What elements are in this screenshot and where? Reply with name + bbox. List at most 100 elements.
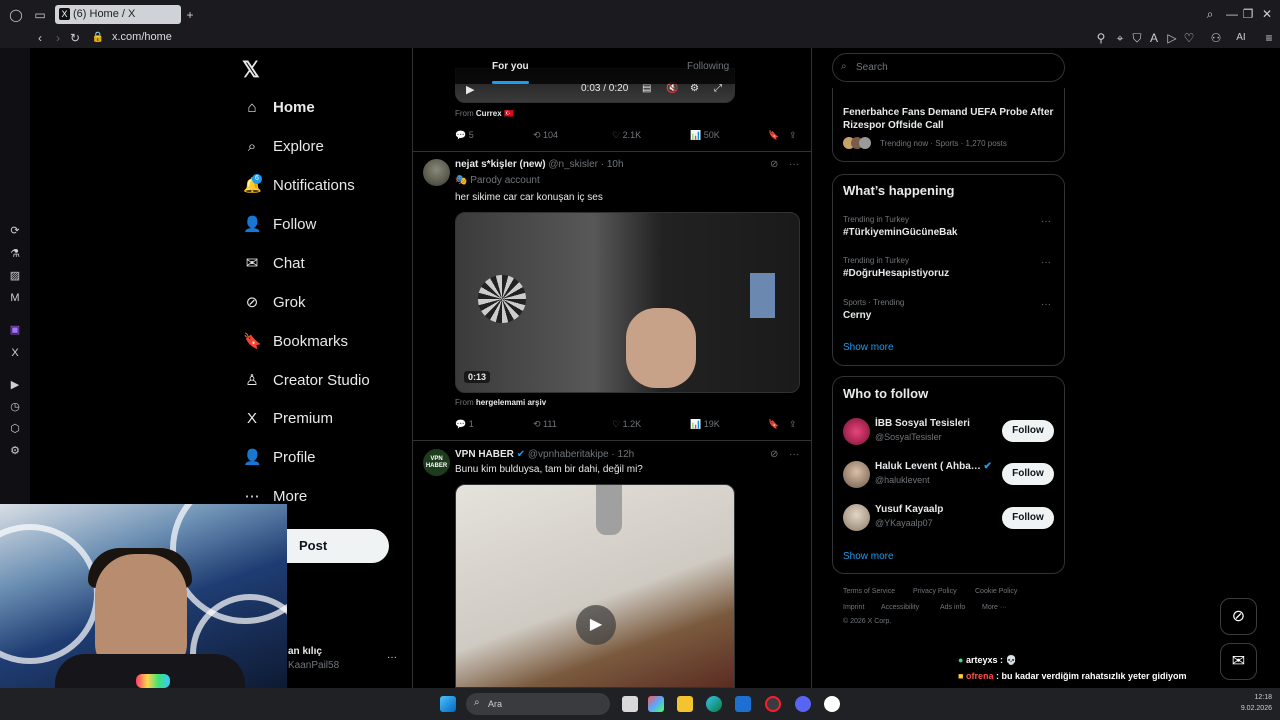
more-icon[interactable]: ··· xyxy=(789,449,799,460)
pin-icon[interactable]: ⚲ xyxy=(1094,31,1108,45)
tab-for-you[interactable]: For you xyxy=(492,61,529,72)
follow-button[interactable]: Follow xyxy=(1002,463,1054,485)
menu-icon[interactable]: ≡ xyxy=(1262,31,1276,45)
trend-title[interactable]: Cerny xyxy=(843,310,871,321)
grok-icon[interactable]: ⊘ xyxy=(770,159,778,170)
show-more-link[interactable]: Show more xyxy=(843,342,894,353)
account-name[interactable]: an kılıç xyxy=(288,646,322,657)
windows-start-icon[interactable] xyxy=(440,696,456,712)
play-icon[interactable]: ▶ xyxy=(576,605,616,645)
trend-title[interactable]: #TürkiyeminGücüneBak xyxy=(843,227,957,238)
store-icon[interactable] xyxy=(735,696,751,712)
news-title[interactable]: Fenerbahce Fans Demand UEFA Probe After … xyxy=(843,106,1058,132)
heart-icon[interactable]: ♡ xyxy=(1182,31,1196,45)
minimize-icon[interactable]: — xyxy=(1225,7,1239,21)
user-name[interactable]: İBB Sosyal Tesisleri xyxy=(875,418,970,429)
copilot-icon[interactable] xyxy=(648,696,664,712)
captions-icon[interactable]: ▤ xyxy=(642,83,651,94)
nav-item-follow[interactable]: 👤 Follow xyxy=(243,212,316,236)
nav-item-explore[interactable]: ⌕ Explore xyxy=(243,134,324,158)
ai-icon[interactable]: AI xyxy=(1230,31,1252,45)
trend-title[interactable]: #DoğruHesapistiyoruz xyxy=(843,268,949,279)
history-icon[interactable]: ◷ xyxy=(8,400,22,414)
avatar[interactable] xyxy=(843,418,870,445)
ai-sidebar-icon[interactable]: ⟳ xyxy=(8,224,22,238)
post-button[interactable]: Post xyxy=(287,529,389,563)
show-more-link[interactable]: Show more xyxy=(843,551,894,562)
avatar[interactable] xyxy=(423,159,450,186)
play-icon[interactable]: ▷ xyxy=(1165,31,1179,45)
like-action[interactable]: ♡ 1.2K xyxy=(612,419,641,430)
wallet-icon[interactable]: ▨ xyxy=(8,269,22,283)
trend-more-icon[interactable]: ··· xyxy=(1041,299,1051,310)
footer-link[interactable]: Imprint xyxy=(843,604,864,611)
extensions-icon[interactable]: ⬡ xyxy=(8,422,22,436)
close-window-icon[interactable]: ✕ xyxy=(1260,7,1274,21)
maximize-icon[interactable]: ❐ xyxy=(1241,7,1255,21)
footer-link[interactable]: Cookie Policy xyxy=(975,588,1017,595)
share-icon[interactable]: ⇪ xyxy=(789,419,797,430)
account-icon[interactable]: ⚇ xyxy=(1209,31,1223,45)
tab-following[interactable]: Following xyxy=(687,61,729,72)
settings-icon[interactable]: ⚙ xyxy=(8,444,22,458)
user-name[interactable]: Haluk Levent ( Ahba… ✔ xyxy=(875,461,992,472)
views-action[interactable]: 📊 19K xyxy=(690,419,720,430)
avatar[interactable]: VPN HABER xyxy=(423,449,450,476)
grok-icon[interactable]: ⊘ xyxy=(770,449,778,460)
camera-icon[interactable]: ⌖ xyxy=(1113,31,1127,45)
author-handle[interactable]: @vpnhaberitakipe xyxy=(528,449,609,460)
nav-item-bookmarks[interactable]: 🔖 Bookmarks xyxy=(243,329,348,353)
user-name[interactable]: Yusuf Kayaalp xyxy=(875,504,943,515)
opera-taskbar-icon[interactable] xyxy=(765,696,781,712)
repost-action[interactable]: ⟲ 111 xyxy=(533,419,557,430)
tweet-image[interactable]: ▶ xyxy=(455,484,735,688)
author-name[interactable]: VPN HABER xyxy=(455,449,514,460)
edge-icon[interactable] xyxy=(706,696,722,712)
player-icon[interactable]: ▶ xyxy=(8,378,22,392)
reply-action[interactable]: 💬 1 xyxy=(455,419,474,430)
task-view-icon[interactable] xyxy=(622,696,638,712)
footer-link[interactable]: More ··· xyxy=(982,604,1007,611)
url-field[interactable]: x.com/home xyxy=(112,31,172,43)
footer-link[interactable]: Accessibility xyxy=(881,604,919,611)
play-icon[interactable]: ▶ xyxy=(466,83,474,96)
footer-link[interactable]: Ads info xyxy=(940,604,965,611)
fullscreen-icon[interactable]: ⤢ xyxy=(714,83,722,94)
avatar[interactable] xyxy=(843,461,870,488)
reply-action[interactable]: 💬 5 xyxy=(455,130,474,141)
nav-item-home[interactable]: ⌂ Home xyxy=(243,95,314,119)
clock-time[interactable]: 12:18 xyxy=(1232,694,1272,701)
tabs-menu-icon[interactable]: ▭ xyxy=(33,8,47,22)
like-action[interactable]: ♡ 2.1K xyxy=(612,130,641,141)
file-explorer-icon[interactable] xyxy=(677,696,693,712)
repost-action[interactable]: ⟲ 104 xyxy=(533,130,558,141)
account-more-icon[interactable]: ··· xyxy=(387,652,397,663)
views-action[interactable]: 📊 50K xyxy=(690,130,720,141)
footer-link[interactable]: Privacy Policy xyxy=(913,588,957,595)
discord-icon[interactable] xyxy=(795,696,811,712)
nav-item-chat[interactable]: ✉ Chat xyxy=(243,251,305,275)
from-source[interactable]: hergelemami arşiv xyxy=(476,398,546,407)
x-sidebar-icon[interactable]: X xyxy=(8,346,22,360)
messages-float-icon[interactable]: ✉ xyxy=(1220,643,1257,680)
tweet-time[interactable]: · 10h xyxy=(601,159,624,170)
share-icon[interactable]: ⇪ xyxy=(789,130,797,141)
nav-item-premium[interactable]: X Premium xyxy=(243,406,333,430)
avatar[interactable] xyxy=(843,504,870,531)
shield-icon[interactable]: ⛉ xyxy=(1130,31,1144,45)
follow-button[interactable]: Follow xyxy=(1002,507,1054,529)
search-input[interactable]: Search xyxy=(832,53,1065,82)
obs-icon[interactable] xyxy=(824,696,840,712)
bookmark-icon[interactable]: 🔖 xyxy=(768,419,779,430)
from-source[interactable]: Currex xyxy=(476,109,502,118)
opera-logo-icon[interactable]: ◯ xyxy=(9,8,23,22)
tweet-video[interactable]: 0:13 xyxy=(455,212,800,393)
trend-more-icon[interactable]: ··· xyxy=(1041,257,1051,268)
clock-date[interactable]: 9.02.2026 xyxy=(1222,705,1272,712)
messenger-icon[interactable]: M xyxy=(8,291,22,305)
nav-item-grok[interactable]: ⊘ Grok xyxy=(243,290,306,314)
bookmark-icon[interactable]: 🔖 xyxy=(768,130,779,141)
tweet-time[interactable]: · 12h xyxy=(611,449,634,460)
nav-item-profile[interactable]: 👤 Profile xyxy=(243,445,316,469)
taskbar-search-input[interactable]: Ara xyxy=(466,693,610,715)
